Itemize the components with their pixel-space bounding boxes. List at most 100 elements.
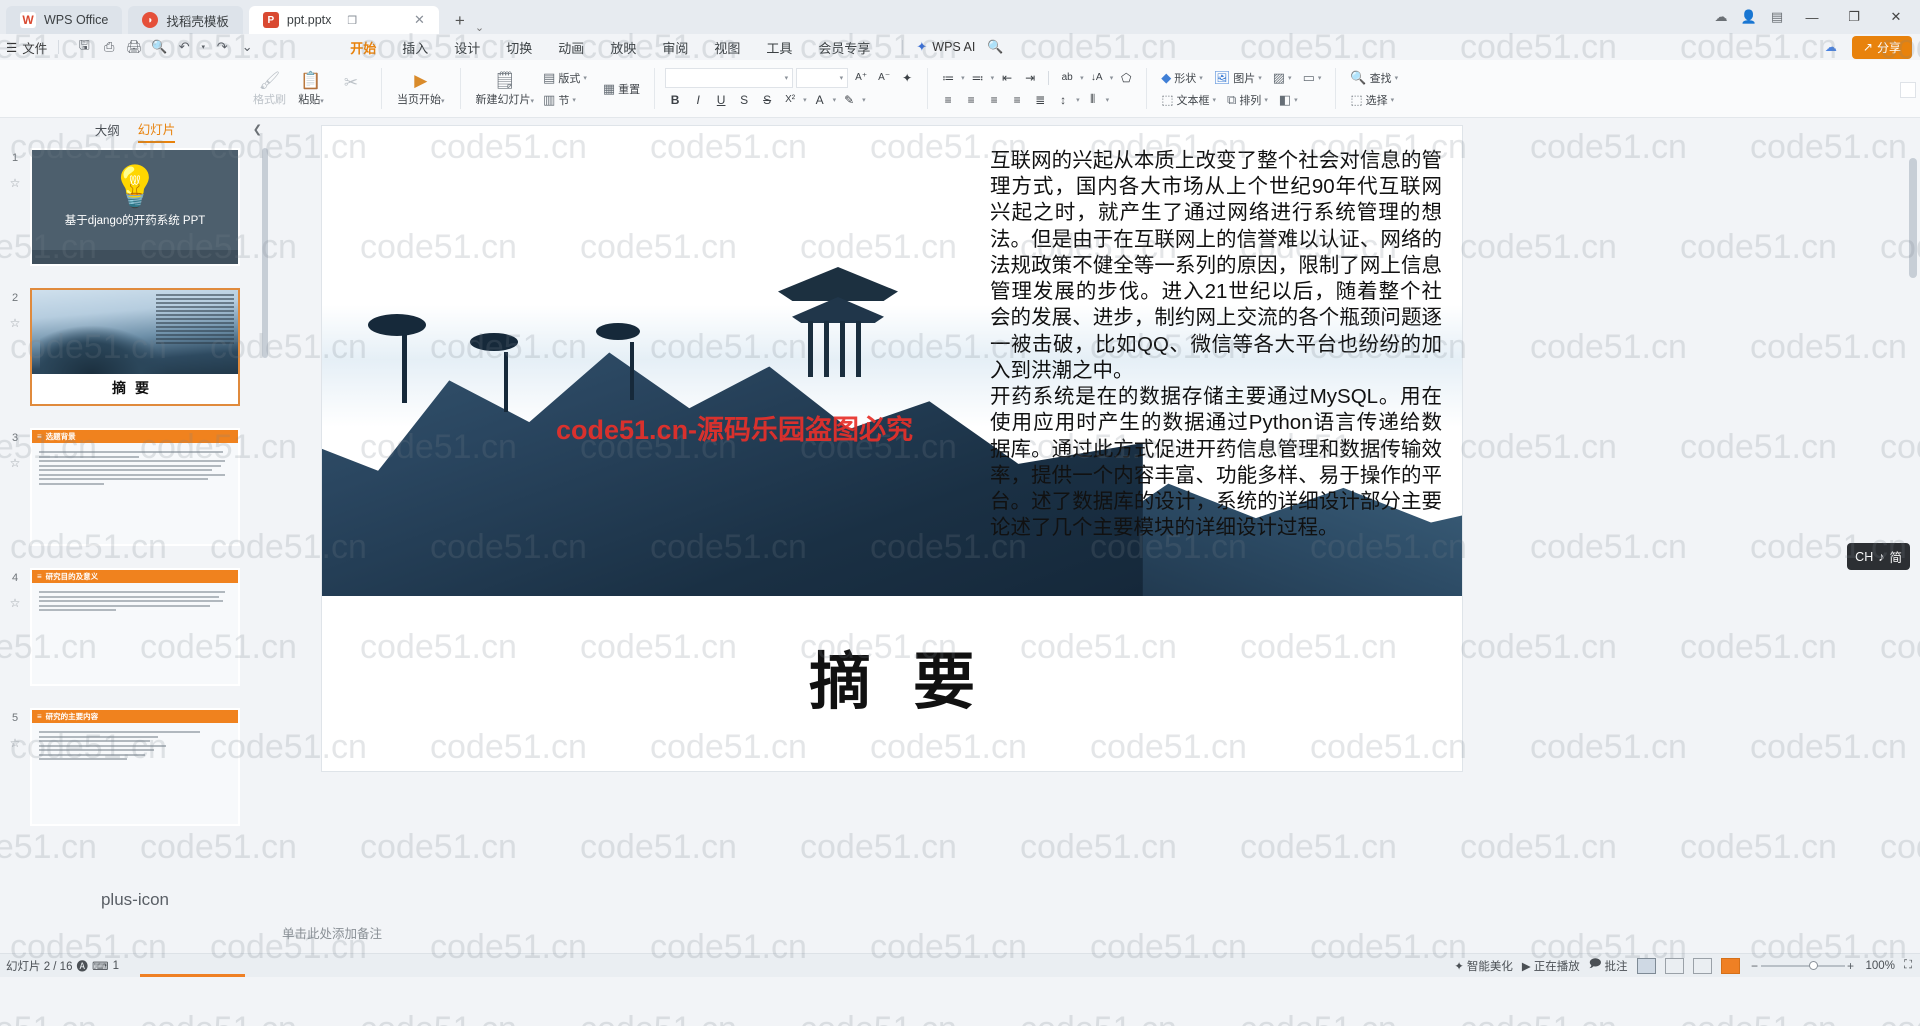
menu-item-animation[interactable]: 动画 — [545, 36, 597, 59]
star-icon[interactable]: ☆ — [10, 456, 21, 470]
minimize-button[interactable]: — — [1792, 2, 1832, 32]
more-commands-icon[interactable]: ⌄ — [235, 36, 259, 58]
new-tab-button[interactable]: + — [447, 8, 473, 34]
star-icon[interactable]: ☆ — [10, 176, 21, 190]
thumbnail-item-2[interactable]: 2 ☆ 摘要 — [0, 288, 270, 406]
select-button[interactable]: ⬚ 选择▾ — [1346, 90, 1398, 110]
font-size-input[interactable]: ▾ — [796, 68, 848, 88]
picture-button[interactable]: 🖼 图片▾ — [1210, 68, 1266, 88]
tab-dropdown-icon[interactable]: ⌄ — [475, 21, 484, 34]
thumbnail-canvas[interactable]: ≡ 选题背景 — [30, 428, 240, 546]
file-menu-button[interactable]: ☰ 文件 — [0, 38, 53, 57]
tab-find-template[interactable]: ◗ 找稻壳模板 — [128, 6, 243, 34]
scrollbar-thumb[interactable] — [1909, 158, 1917, 278]
canvas-vertical-scrollbar[interactable] — [1906, 118, 1920, 915]
slide-title-textbox[interactable]: 摘要 — [322, 631, 1462, 721]
close-button[interactable]: ✕ — [1876, 2, 1916, 32]
notes-pane[interactable]: 单击此处添加备注 — [0, 915, 1920, 953]
clear-format-icon[interactable]: ✦ — [897, 68, 917, 88]
slide-canvas-area[interactable]: 互联网的兴起从本质上改变了整个社会对信息的管理方式，国内各大市场从上个世纪90年… — [270, 118, 1920, 915]
find-button[interactable]: 🔍 查找▾ — [1346, 68, 1402, 88]
menu-item-insert[interactable]: 插入 — [389, 36, 441, 59]
justify-icon[interactable]: ≡ — [1007, 90, 1027, 110]
slide-body-textbox[interactable]: 互联网的兴起从本质上改变了整个社会对信息的管理方式，国内各大市场从上个世纪90年… — [990, 148, 1442, 542]
bold-icon[interactable]: B — [665, 90, 685, 110]
decrease-indent-icon[interactable]: ⇤ — [997, 68, 1017, 88]
outline-button[interactable]: ▭▾ — [1299, 68, 1326, 88]
arrange-button[interactable]: ⧉ 排列▾ — [1223, 90, 1272, 110]
star-icon[interactable]: ☆ — [10, 736, 21, 750]
columns-icon[interactable]: ⫴ — [1083, 90, 1103, 110]
fill-button[interactable]: ▨▾ — [1269, 68, 1296, 88]
notes-view-button[interactable] — [1721, 958, 1740, 974]
font-family-input[interactable]: ▾ — [665, 68, 793, 88]
normal-view-button[interactable] — [1637, 958, 1656, 974]
zoom-handle[interactable] — [1809, 961, 1818, 970]
increase-indent-icon[interactable]: ⇥ — [1020, 68, 1040, 88]
bullets-icon[interactable]: ≔ — [938, 68, 958, 88]
tab-outline[interactable]: 大纲 — [95, 120, 120, 142]
tab-wps-office[interactable]: W WPS Office — [6, 6, 122, 34]
comment-button[interactable]: 🗩 批注 — [1589, 956, 1628, 975]
menu-item-slideshow[interactable]: 放映 — [597, 36, 649, 59]
format-brush-button[interactable]: 🖌 格式刷 — [248, 69, 291, 109]
zoom-slider[interactable]: − + — [1749, 959, 1857, 973]
reading-view-button[interactable] — [1693, 958, 1712, 974]
add-slide-button[interactable]: plus-icon — [0, 885, 270, 915]
zoom-out-button[interactable]: − — [1749, 959, 1761, 973]
numbering-icon[interactable]: ≕ — [968, 68, 988, 88]
cut-button[interactable]: ✂ — [331, 71, 371, 107]
superscript-icon[interactable]: X² — [780, 90, 800, 110]
ribbon-options-icon[interactable] — [1900, 82, 1916, 98]
reset-button[interactable]: ▦ 重置 — [599, 79, 644, 99]
playing-button[interactable]: ▶ 正在播放 — [1522, 958, 1580, 974]
layout-button[interactable]: ▤ 版式 ▾ — [539, 68, 591, 88]
save-icon[interactable]: 🖫 — [72, 36, 96, 58]
text-color-icon[interactable]: A — [810, 90, 830, 110]
fit-to-window-icon[interactable]: ⛶ — [1904, 959, 1912, 972]
thumbnail-item-1[interactable]: 1 ☆ 💡 基于django的开药系统 PPT — [0, 148, 270, 266]
menu-item-home[interactable]: 开始 — [337, 36, 389, 59]
maximize-button[interactable]: ❐ — [1834, 2, 1874, 32]
language-icon[interactable]: ⌨ — [92, 959, 109, 973]
decrease-font-size-icon[interactable]: A⁻ — [874, 68, 894, 88]
thumbnail-item-5[interactable]: 5 ☆ ≡ 研究的主要内容 — [0, 708, 270, 826]
wps-ai-button[interactable]: ✦ WPS AI — [916, 39, 975, 55]
star-icon[interactable]: ☆ — [10, 316, 21, 330]
underline-icon[interactable]: U — [711, 90, 731, 110]
app-settings-icon[interactable]: ▤ — [1764, 4, 1790, 30]
menu-item-view[interactable]: 视图 — [701, 36, 753, 59]
zoom-track[interactable] — [1761, 965, 1845, 967]
print-preview-icon[interactable]: 🔍 — [147, 36, 171, 58]
align-left-icon[interactable]: ≡ — [938, 90, 958, 110]
style-button[interactable]: ◧▾ — [1275, 90, 1302, 110]
cloud-sync-icon[interactable]: ☁ — [1708, 4, 1734, 30]
thumbnail-item-4[interactable]: 4 ☆ ≡ 研究目的及意义 — [0, 568, 270, 686]
distribute-icon[interactable]: ≣ — [1030, 90, 1050, 110]
menu-item-design[interactable]: 设计 — [441, 36, 493, 59]
share-button[interactable]: ↗ 分享 — [1852, 36, 1912, 59]
star-icon[interactable]: ☆ — [10, 596, 21, 610]
chevron-left-icon[interactable]: ❮ — [253, 123, 262, 136]
print-icon[interactable]: 🖨 — [122, 36, 146, 58]
thumbnail-canvas[interactable]: ≡ 研究的主要内容 — [30, 708, 240, 826]
tab-ppt-pptx[interactable]: P ppt.pptx ❐ ✕ — [249, 6, 439, 34]
highlight-color-icon[interactable]: ✎ — [839, 90, 859, 110]
redo-icon[interactable]: ↷ — [210, 36, 234, 58]
menu-item-review[interactable]: 审阅 — [649, 36, 701, 59]
menu-item-member-exclusive[interactable]: 会员专享 — [805, 36, 883, 59]
increase-font-size-icon[interactable]: A⁺ — [851, 68, 871, 88]
thumbnail-canvas[interactable]: ≡ 研究目的及意义 — [30, 568, 240, 686]
section-button[interactable]: ▥ 节 ▾ — [539, 90, 580, 110]
tab-slides[interactable]: 幻灯片 — [138, 119, 176, 143]
align-center-icon[interactable]: ≡ — [961, 90, 981, 110]
text-shadow-icon[interactable]: S — [734, 90, 754, 110]
italic-icon[interactable]: I — [688, 90, 708, 110]
beautify-button[interactable]: ✦ 智能美化 — [1454, 958, 1513, 974]
spell-check-icon[interactable]: 🅐 — [76, 958, 88, 974]
avatar[interactable]: 👤 — [1736, 4, 1762, 30]
paste-button[interactable]: 📋 粘贴▾ — [291, 69, 331, 109]
smartart-icon[interactable]: ⬠ — [1116, 68, 1136, 88]
thumbnail-list[interactable]: 1 ☆ 💡 基于django的开药系统 PPT 2 ☆ — [0, 144, 270, 885]
thumbnail-item-3[interactable]: 3 ☆ ≡ 选题背景 — [0, 428, 270, 546]
